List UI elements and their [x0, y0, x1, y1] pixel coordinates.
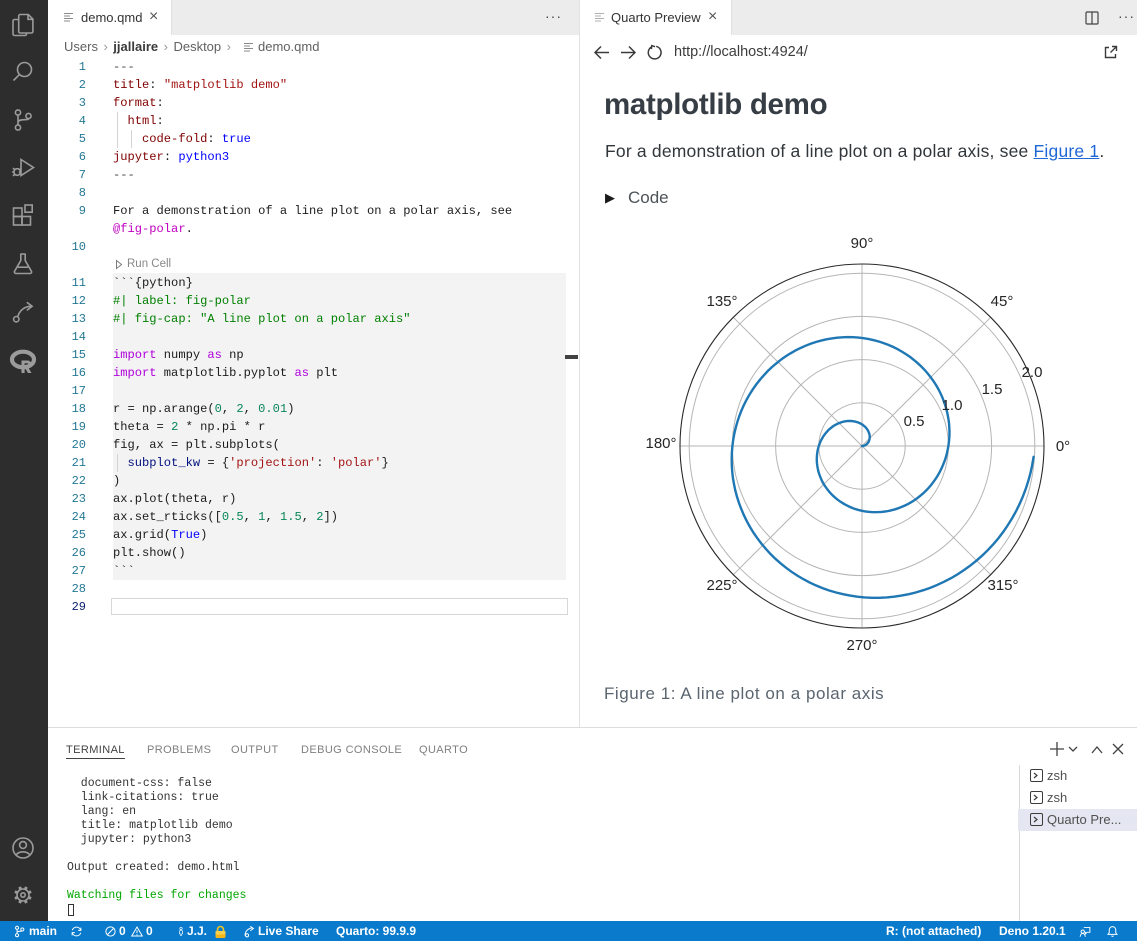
- svg-text:45°: 45°: [991, 293, 1014, 310]
- svg-text:0°: 0°: [1056, 438, 1070, 455]
- svg-text:315°: 315°: [987, 577, 1018, 594]
- svg-text:1.0: 1.0: [942, 397, 963, 414]
- svg-text:135°: 135°: [706, 293, 737, 310]
- svg-text:2.0: 2.0: [1022, 364, 1043, 381]
- svg-text:1.5: 1.5: [982, 381, 1003, 398]
- svg-text:90°: 90°: [851, 235, 874, 252]
- svg-text:225°: 225°: [706, 577, 737, 594]
- svg-text:180°: 180°: [645, 435, 676, 452]
- svg-text:0.5: 0.5: [904, 413, 925, 430]
- svg-text:270°: 270°: [846, 637, 877, 654]
